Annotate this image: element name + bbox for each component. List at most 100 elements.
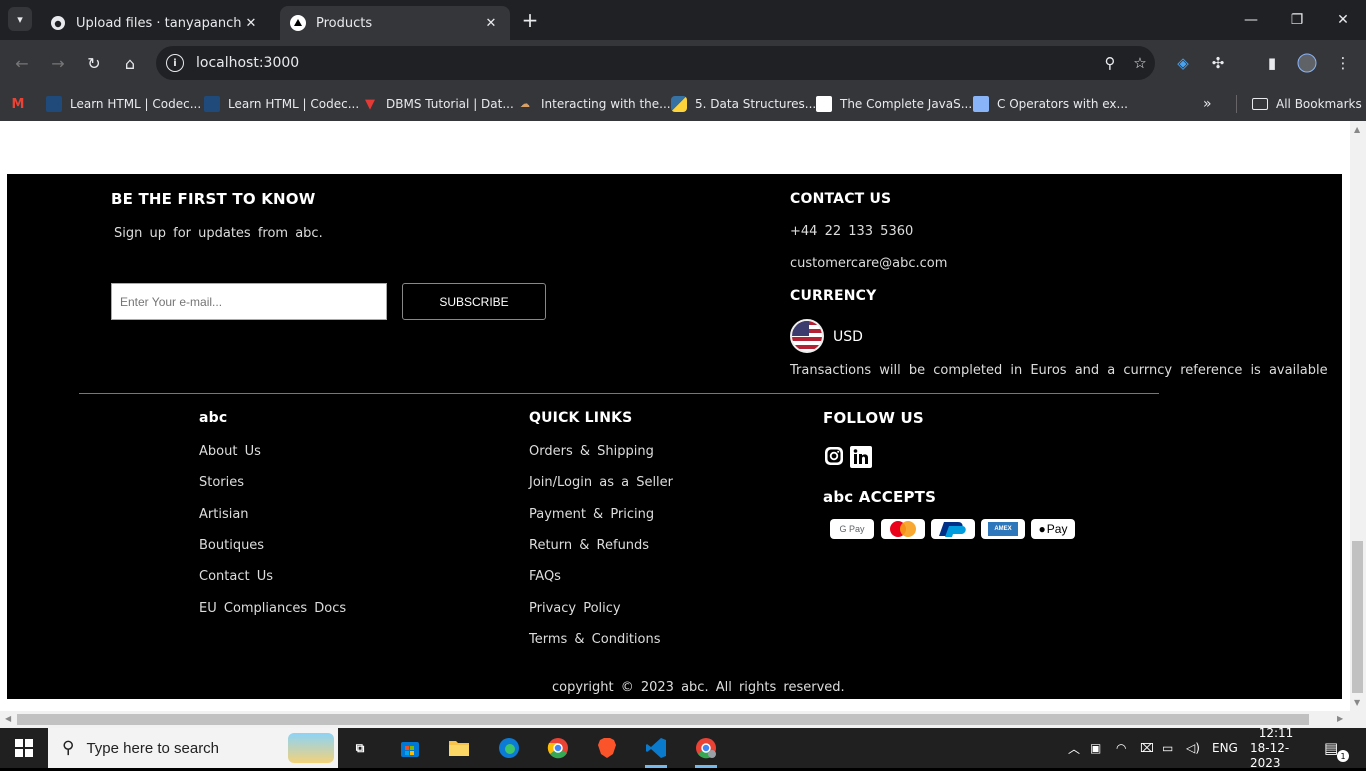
restore-icon[interactable]: ❐ [1274, 0, 1320, 40]
scroll-left-arrow-icon[interactable]: ◀ [5, 714, 11, 723]
footer-link-seller[interactable]: Join/Login as a Seller [529, 475, 673, 490]
footer-link-artisian[interactable]: Artisian [199, 507, 249, 522]
email-input[interactable] [111, 283, 387, 320]
scroll-right-arrow-icon[interactable]: ▶ [1337, 714, 1343, 723]
linkedin-icon[interactable] [849, 445, 873, 469]
tab-search-button[interactable]: ▾ [8, 7, 32, 31]
footer-link-stories[interactable]: Stories [199, 475, 244, 490]
bookmarks-divider [1236, 95, 1237, 113]
back-icon[interactable]: ← [8, 49, 36, 77]
contact-email[interactable]: customercare@abc.com [790, 256, 947, 271]
new-tab-button[interactable]: + [518, 8, 542, 32]
show-hidden-icons-chevron-icon[interactable]: ︿ [1068, 728, 1080, 768]
more-bookmarks-chevron-icon[interactable]: » [1203, 94, 1212, 114]
bookmark-label: Interacting with the... [541, 97, 671, 111]
extension-icon[interactable]: ◈ [1173, 53, 1193, 73]
subscribe-button[interactable]: SUBSCRIBE [402, 283, 546, 320]
tab-products[interactable]: Products ✕ [280, 6, 510, 40]
side-panel-icon[interactable]: ▮ [1262, 53, 1282, 73]
footer-link-orders[interactable]: Orders & Shipping [529, 444, 654, 459]
tab-upload-files[interactable]: Upload files · tanyapanchal/App ✕ [40, 6, 270, 40]
chrome-icon[interactable] [546, 736, 570, 760]
newsletter-subtitle: Sign up for updates from abc. [114, 226, 323, 241]
clock-date: 18-12-2023 [1250, 740, 1290, 770]
bookmark-label: Learn HTML | Codec... [228, 97, 360, 111]
follow-title: FOLLOW US [823, 409, 924, 427]
battery-icon[interactable]: ▭ [1162, 728, 1173, 768]
web-icon [973, 96, 989, 112]
tab-title: Upload files · tanyapanchal/App [76, 15, 242, 31]
close-tab-icon[interactable]: ✕ [242, 16, 260, 31]
bookmark-item[interactable]: ▼ DBMS Tutorial | Dat... [362, 94, 514, 114]
all-bookmarks-button[interactable]: All Bookmarks [1252, 94, 1362, 114]
windows-start-icon[interactable] [12, 736, 36, 760]
bookmark-item[interactable]: Learn HTML | Codec... [204, 94, 359, 114]
scroll-down-arrow-icon[interactable]: ▼ [1354, 698, 1360, 707]
chrome-profile-icon[interactable] [694, 736, 718, 760]
tray-app-icon[interactable]: ▣ [1090, 728, 1101, 768]
bookmark-item[interactable]: The Complete JavaS... [816, 94, 972, 114]
search-highlight-icon [288, 733, 334, 763]
clock[interactable]: 12:11 18-12-2023 [1250, 726, 1302, 770]
bookmark-item[interactable]: 5. Data Structures... [671, 94, 816, 114]
forward-icon[interactable]: → [44, 49, 72, 77]
extensions-puzzle-icon[interactable]: ✣ [1208, 53, 1228, 73]
bookmark-item[interactable]: ☁ Interacting with the... [517, 94, 671, 114]
bookmark-item[interactable]: C Operators with ex... [973, 94, 1128, 114]
footer-link-about[interactable]: About Us [199, 444, 261, 459]
footer-link-returns[interactable]: Return & Refunds [529, 538, 649, 553]
home-icon[interactable]: ⌂ [116, 49, 144, 77]
profile-avatar-icon[interactable] [1297, 53, 1317, 73]
site-info-icon[interactable]: i [166, 54, 184, 72]
footer-link-contact[interactable]: Contact Us [199, 569, 273, 584]
bookmark-star-icon[interactable]: ☆ [1125, 54, 1155, 72]
language-indicator[interactable]: ENG [1212, 728, 1238, 768]
windows-taskbar: ⚲ Type here to search ⧉ ︿ ▣ ◠ ⌧ ▭ ◁) ENG… [0, 726, 1366, 770]
window-close-icon[interactable]: ✕ [1320, 0, 1366, 40]
footer-divider [79, 393, 1159, 394]
horizontal-scroll-thumb[interactable] [17, 714, 1309, 725]
notification-center-icon[interactable]: ▤ [1324, 728, 1338, 768]
notification-badge: 1 [1337, 750, 1349, 762]
bookmark-label: 5. Data Structures... [695, 97, 817, 111]
brave-icon[interactable] [595, 736, 619, 760]
instagram-icon[interactable] [823, 445, 845, 467]
footer-link-faqs[interactable]: FAQs [529, 569, 561, 584]
edge-icon[interactable] [497, 736, 521, 760]
file-explorer-icon[interactable] [447, 736, 471, 760]
scroll-up-arrow-icon[interactable]: ▲ [1354, 125, 1360, 134]
task-view-icon[interactable]: ⧉ [348, 736, 372, 760]
taskbar-search-box[interactable]: ⚲ Type here to search [48, 728, 338, 768]
network-icon[interactable]: ◠ [1116, 728, 1126, 768]
close-tab-icon[interactable]: ✕ [482, 16, 500, 31]
menu-kebab-icon[interactable]: ⋮ [1333, 53, 1353, 73]
us-flag-icon[interactable] [790, 319, 824, 353]
volume-icon[interactable]: ◁) [1186, 728, 1200, 768]
search-placeholder: Type here to search [86, 739, 220, 757]
vertical-scroll-thumb[interactable] [1352, 541, 1363, 693]
tray-device-icon[interactable]: ⌧ [1140, 728, 1154, 768]
brand-title: abc [199, 410, 228, 426]
search-icon: ⚲ [62, 738, 75, 757]
footer-link-boutiques[interactable]: Boutiques [199, 538, 264, 553]
gpay-icon: G Pay [830, 519, 874, 539]
microsoft-store-icon[interactable] [398, 736, 422, 760]
site-footer: BE THE FIRST TO KNOW Sign up for updates… [7, 174, 1342, 699]
tab-title: Products [316, 15, 373, 31]
bookmark-item[interactable]: Learn HTML | Codec... [46, 94, 201, 114]
gmail-bookmark[interactable]: M [10, 94, 34, 114]
footer-link-eu-docs[interactable]: EU Compliances Docs [199, 601, 346, 616]
vscode-icon[interactable] [644, 736, 668, 760]
footer-link-privacy[interactable]: Privacy Policy [529, 601, 621, 616]
currency-code[interactable]: USD [833, 329, 863, 345]
all-bookmarks-label: All Bookmarks [1276, 97, 1362, 111]
footer-link-payment[interactable]: Payment & Pricing [529, 507, 654, 522]
tab-strip: ▾ Upload files · tanyapanchal/App ✕ Prod… [0, 0, 1366, 40]
page-icon [816, 96, 832, 112]
minimize-icon[interactable]: — [1228, 0, 1274, 40]
zoom-icon[interactable]: ⚲ [1095, 54, 1125, 72]
reload-icon[interactable]: ↻ [80, 49, 108, 77]
address-bar[interactable]: i localhost:3000 ⚲ ☆ [156, 46, 1155, 80]
gmail-icon: M [11, 96, 25, 112]
footer-link-terms[interactable]: Terms & Conditions [529, 632, 661, 647]
